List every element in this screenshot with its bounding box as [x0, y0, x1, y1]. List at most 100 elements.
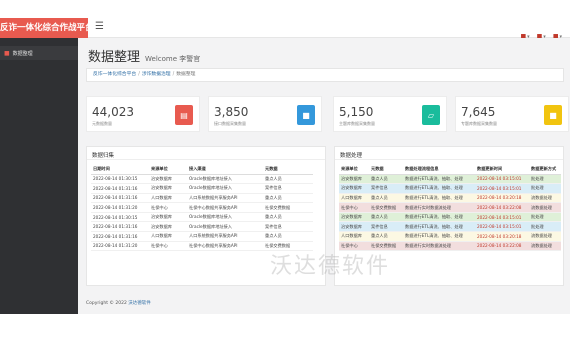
table-cell: 数据进行实时数据流处理: [403, 241, 475, 252]
welcome-text: Welcome 李警官: [145, 55, 201, 63]
table-cell: 治安数据库: [149, 212, 187, 223]
table-row[interactable]: 2022-08-14 01:31:20 社保中心 社保中心数据共享服务API 社保交费…: [91, 202, 313, 213]
stat-card-metadata: 44,023 元数据数量 ▤: [86, 96, 200, 132]
page-title: 数据整理 Welcome 李警官: [88, 46, 200, 65]
breadcrumb: 反诈一体化综合平台 / 涉诈数据治理 / 数据整理: [86, 68, 564, 82]
table-row[interactable]: 2022-08-14 01:31:16 治安数据库 Oracle数据库地址接入 案件信…: [91, 221, 313, 233]
sidebar-item-label: 数据整理: [12, 50, 33, 57]
table-cell: 流数据处理: [529, 241, 561, 252]
table-cell: 社保中心数据共享服务API: [187, 241, 263, 252]
table-cell: 流数据处理: [529, 202, 561, 213]
table-cell: 批处理: [529, 183, 561, 194]
table-cell: 批处理: [529, 212, 561, 223]
app-brand[interactable]: 反诈一体化综合作战平台: [0, 18, 88, 38]
table-row[interactable]: 人口数据库 重点人员 数据进行ETL清洗、抽取、处理 2022-08-14 03:20…: [339, 231, 561, 242]
table-cell: 人口数据库: [339, 193, 369, 204]
table-cell: 2022-08-14 01:31:16: [91, 193, 149, 204]
table-cell: 社保中心: [149, 241, 187, 252]
column-header: 接入渠道: [187, 165, 263, 175]
table-row[interactable]: 人口数据库 重点人员 数据进行ETL清洗、抽取、处理 2022-08-14 03:20…: [339, 193, 561, 204]
table-row[interactable]: 2022-08-14 01:31:16 人口数据库 人口系统数据共享服务API 重点人…: [91, 193, 313, 204]
stat-value: 7,645: [461, 105, 496, 119]
table-cell: 社保中心: [339, 202, 369, 213]
copyright-text: Copyright © 2022: [86, 301, 127, 306]
table-cell: 人口数据库: [149, 231, 187, 242]
table-cell: 2022-08-14 01:30:15: [91, 174, 149, 185]
table-cell: 批处理: [529, 174, 561, 185]
top-bar: ☰ ■▾ ■▾ ■▾: [88, 18, 570, 40]
table-cell: 批处理: [529, 221, 561, 233]
table-cell: 2022-08-14 03:15:01: [475, 183, 529, 194]
stat-value: 5,150: [339, 105, 374, 119]
panel-title: 数据归集: [92, 153, 115, 159]
table-cell: 社保交费数据: [369, 202, 403, 213]
footer-link[interactable]: 沃达德软件: [128, 301, 151, 306]
table-row[interactable]: 2022-08-14 01:30:15 治安数据库 Oracle数据库地址接入 重点人…: [91, 174, 313, 185]
table-row[interactable]: 社保中心 社保交费数据 数据进行实时数据流处理 2022-08-14 03:22:08…: [339, 202, 561, 213]
table-row[interactable]: 2022-08-14 01:31:16 治安数据库 Oracle数据库地址接入 案件信…: [91, 183, 313, 194]
data-collection-table: 日期时间 来源单位 接入渠道 元数据 2022-08-14 01:30:15 治安…: [91, 165, 313, 252]
stat-value: 3,850: [214, 105, 249, 119]
table-cell: 2022-08-14 03:22:08: [475, 241, 529, 252]
column-header: 来源单位: [149, 165, 187, 175]
footer: Copyright © 2022 沃达德软件: [86, 300, 151, 306]
table-cell: 重点人员: [263, 193, 313, 204]
stat-card-topic: 7,645 专题库数据采集数量 ■: [455, 96, 569, 132]
table-cell: 社保中心: [149, 202, 187, 213]
table-cell: 重点人员: [263, 212, 313, 223]
table-cell: Oracle数据库地址接入: [187, 212, 263, 223]
table-row[interactable]: 治安数据库 重点人员 数据进行ETL清洗、抽取、处理 2022-08-14 03:15…: [339, 212, 561, 223]
chart-icon: ▤: [175, 105, 193, 125]
column-header: 数据更新时间: [475, 165, 529, 175]
table-cell: 重点人员: [369, 174, 403, 185]
table-cell: 2022-08-14 03:15:01: [475, 212, 529, 223]
menu-toggle-icon[interactable]: ☰: [95, 21, 104, 32]
breadcrumb-current: 数据整理: [176, 72, 196, 77]
stat-caption: 主题库数据采集数量: [339, 121, 375, 126]
table-cell: 人口数据库: [339, 231, 369, 242]
table-cell: 2022-08-14 03:20:18: [475, 193, 529, 204]
list-icon: ■: [4, 49, 10, 57]
table-cell: 重点人员: [263, 231, 313, 242]
sidebar-item-data-organize[interactable]: ■ 数据整理: [0, 46, 78, 60]
stat-caption: 元数据数量: [92, 121, 112, 126]
data-processing-table: 来源单位 元数据 数据处理流程信息 数据更新时间 数据更新方式 治安数据库 重点人…: [339, 165, 561, 252]
table-cell: 流数据处理: [529, 231, 561, 242]
breadcrumb-link[interactable]: 涉诈数据治理: [142, 72, 171, 77]
table-cell: 2022-08-14 03:22:08: [475, 202, 529, 213]
sidebar: ■ 数据整理: [0, 38, 78, 314]
table-cell: 社保交费数据: [263, 202, 313, 213]
table-cell: 人口系统数据共享服务API: [187, 193, 263, 204]
table-cell: 重点人员: [263, 174, 313, 185]
table-cell: 2022-08-14 01:31:20: [91, 202, 149, 213]
table-cell: 数据进行ETL清洗、抽取、处理: [403, 212, 475, 223]
table-cell: 治安数据库: [339, 174, 369, 185]
table-cell: 2022-08-14 01:31:16: [91, 221, 149, 233]
table-row[interactable]: 2022-08-14 01:30:15 治安数据库 Oracle数据库地址接入 重点人…: [91, 212, 313, 223]
column-header: 日期时间: [91, 165, 149, 175]
table-row[interactable]: 2022-08-14 01:31:16 人口数据库 人口系统数据共享服务API 重点人…: [91, 231, 313, 242]
column-header: 数据更新方式: [529, 165, 561, 175]
table-cell: 治安数据库: [149, 174, 187, 185]
table-cell: 2022-08-14 01:31:20: [91, 241, 149, 252]
breadcrumb-link[interactable]: 反诈一体化综合平台: [93, 72, 136, 77]
table-cell: 2022-08-14 03:15:01: [475, 221, 529, 233]
app-window: 反诈一体化综合作战平台 ☰ ■▾ ■▾ ■▾ ■ 数据整理 数据整理 Welcom…: [0, 0, 570, 360]
table-row[interactable]: 治安数据库 重点人员 数据进行ETL清洗、抽取、处理 2022-08-14 03:15…: [339, 174, 561, 185]
table-cell: 流数据处理: [529, 193, 561, 204]
table-cell: 数据进行ETL清洗、抽取、处理: [403, 183, 475, 194]
table-cell: 人口数据库: [149, 193, 187, 204]
column-header: 来源单位: [339, 165, 369, 175]
table-cell: 人口系统数据共享服务API: [187, 231, 263, 242]
table-cell: 治安数据库: [339, 221, 369, 233]
table-row[interactable]: 治安数据库 案件信息 数据进行ETL清洗、抽取、处理 2022-08-14 03:15…: [339, 221, 561, 233]
table-cell: 数据进行ETL清洗、抽取、处理: [403, 231, 475, 242]
stat-caption: 专题库数据采集数量: [461, 121, 497, 126]
table-cell: Oracle数据库地址接入: [187, 221, 263, 233]
table-cell: Oracle数据库地址接入: [187, 174, 263, 185]
table-cell: 数据进行实时数据流处理: [403, 202, 475, 213]
table-cell: 案件信息: [263, 221, 313, 233]
table-cell: 重点人员: [369, 193, 403, 204]
folder-icon: ■: [544, 105, 562, 125]
table-row[interactable]: 治安数据库 案件信息 数据进行ETL清洗、抽取、处理 2022-08-14 03:15…: [339, 183, 561, 194]
